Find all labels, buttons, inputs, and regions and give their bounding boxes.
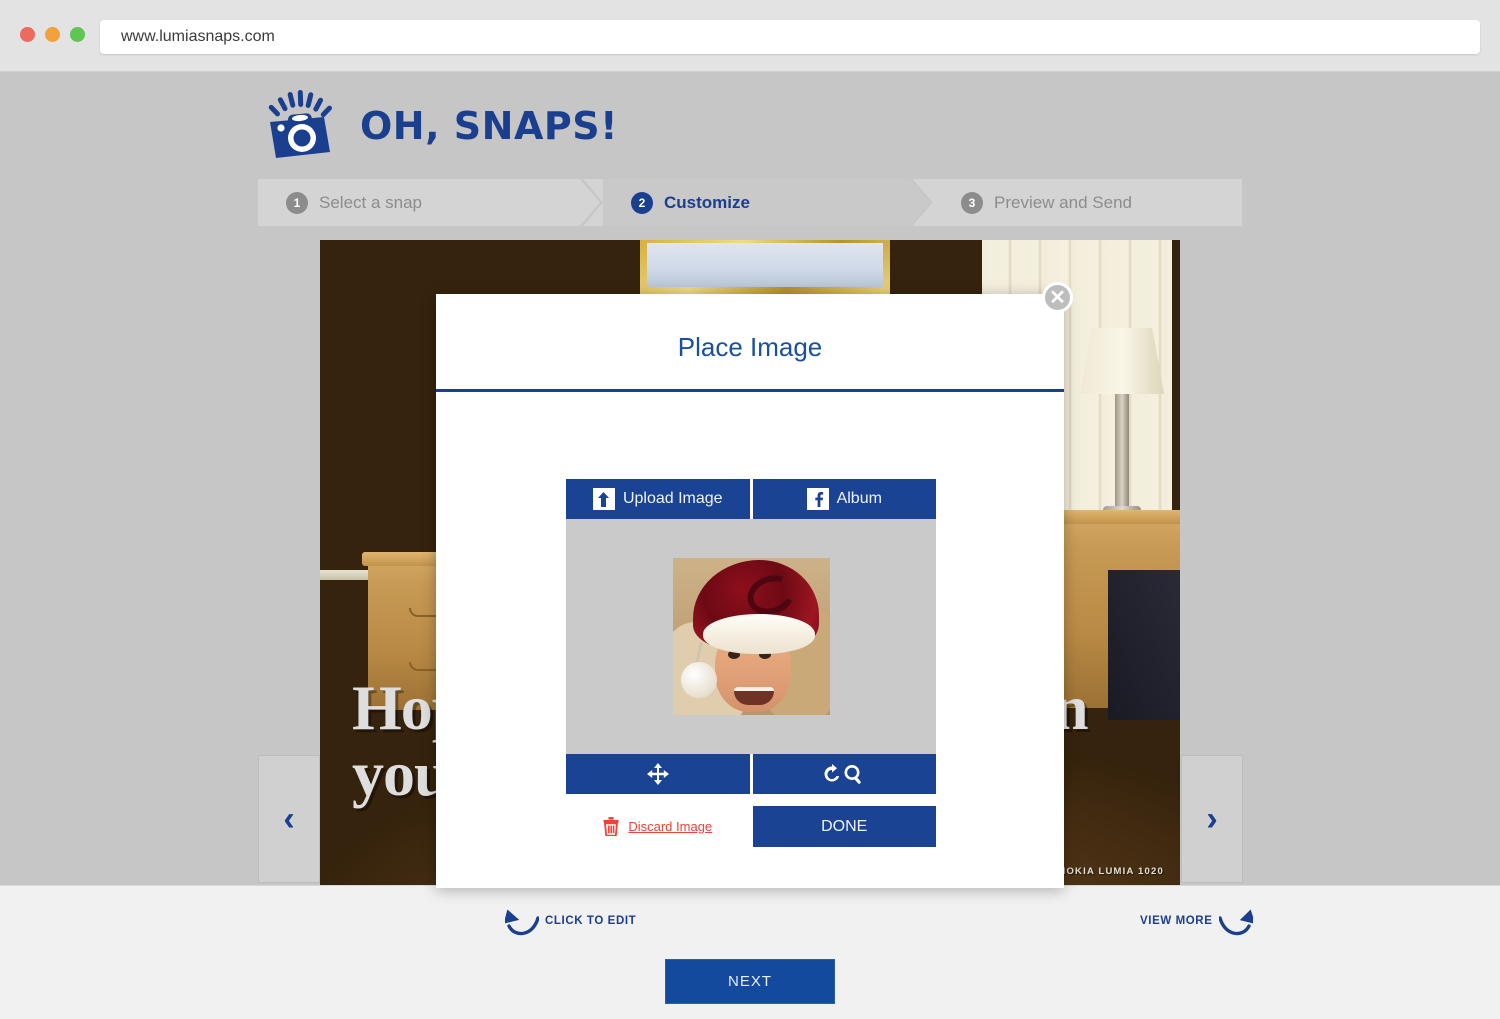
minimize-window-button[interactable]: [45, 27, 60, 42]
album-label: Album: [836, 490, 882, 507]
step-number: 3: [961, 191, 983, 214]
rotate-resize-button[interactable]: [752, 754, 936, 794]
upload-arrow-icon: [592, 488, 615, 510]
discard-image-button[interactable]: Discard Image: [566, 806, 750, 847]
step-preview-and-send[interactable]: 3 Preview and Send: [933, 179, 1242, 226]
view-more-hint: VIEW MORE: [1140, 906, 1253, 936]
row-spacer: [566, 794, 936, 806]
curved-arrow-up-left-icon: [505, 909, 539, 936]
close-icon[interactable]: ✕: [1042, 282, 1073, 313]
lamp-shade: [1080, 328, 1164, 394]
browser-chrome: www.lumiasnaps.com: [0, 0, 1500, 72]
step-select-a-snap[interactable]: 1 Select a snap: [258, 179, 603, 226]
rotate-zoom-icon: [824, 764, 861, 784]
modal-title: Place Image: [677, 332, 823, 362]
chevron-right-icon: ›: [1206, 799, 1218, 838]
image-preview-area[interactable]: [566, 519, 936, 754]
step-progress-bar: 1 Select a snap 2 Customize 3 Preview an…: [258, 179, 1242, 226]
page-content: OH, SNAPS! 1 Select a snap 2 Customize 3…: [0, 72, 1500, 1019]
wall-picture-frame: [640, 240, 890, 294]
discard-image-label: Discard Image: [628, 819, 713, 834]
move-arrows-icon: [646, 763, 669, 785]
step-label: Select a snap: [319, 192, 423, 212]
step-number: 2: [631, 191, 653, 214]
lamp-stem: [1115, 394, 1129, 514]
upload-image-button[interactable]: Upload Image: [566, 479, 750, 519]
upload-image-label: Upload Image: [622, 490, 723, 507]
move-image-button[interactable]: [566, 754, 750, 794]
done-label: DONE: [821, 817, 868, 835]
transform-button-row: [566, 754, 936, 794]
click-to-edit-label: CLICK TO EDIT: [545, 915, 637, 927]
trash-icon: [603, 817, 619, 836]
preview-thumbnail[interactable]: [672, 558, 830, 715]
step-label: Preview and Send: [994, 192, 1132, 212]
thumb-hat-pom: [680, 662, 717, 698]
view-more-label: VIEW MORE: [1140, 915, 1213, 927]
close-window-button[interactable]: [20, 27, 35, 42]
step-chevron-icon: [910, 179, 934, 226]
camera-flash-icon: [268, 90, 332, 158]
next-button-label: NEXT: [727, 973, 772, 990]
curved-arrow-up-right-icon: [1218, 909, 1253, 936]
thumb-hat-brim: [702, 614, 815, 654]
chevron-left-icon: ‹: [283, 799, 295, 838]
nightstand-top: [1056, 510, 1180, 524]
logo-text: OH, SNAPS!: [360, 104, 618, 148]
site-logo[interactable]: OH, SNAPS!: [262, 90, 618, 162]
bottom-action-bar: CLICK TO EDIT VIEW MORE NEXT: [0, 885, 1500, 1019]
source-button-row: Upload Image Album: [566, 479, 936, 519]
thumb-mouth: [733, 687, 774, 705]
address-bar-url: www.lumiasnaps.com: [121, 28, 275, 45]
step-label: Customize: [664, 192, 750, 212]
modal-body: Upload Image Album Discard Image DONE: [566, 479, 936, 847]
step-number: 1: [286, 191, 308, 214]
done-button[interactable]: DONE: [752, 806, 936, 847]
address-bar[interactable]: www.lumiasnaps.com: [100, 20, 1480, 54]
next-button[interactable]: NEXT: [665, 959, 835, 1004]
step-chevron-icon: [580, 179, 604, 226]
facebook-icon: [806, 488, 829, 510]
album-button[interactable]: Album: [752, 479, 936, 519]
click-to-edit-hint: CLICK TO EDIT: [505, 906, 636, 936]
action-button-row: Discard Image DONE: [566, 806, 936, 847]
carousel-next-button[interactable]: ›: [1181, 755, 1243, 883]
window-controls: [20, 27, 85, 42]
place-image-modal: ✕ Place Image Upload Image Album Discard…: [436, 282, 1073, 888]
maximize-window-button[interactable]: [70, 27, 85, 42]
carousel-prev-button[interactable]: ‹: [258, 755, 320, 883]
modal-divider: [436, 389, 1064, 392]
step-customize[interactable]: 2 Customize: [603, 179, 934, 226]
